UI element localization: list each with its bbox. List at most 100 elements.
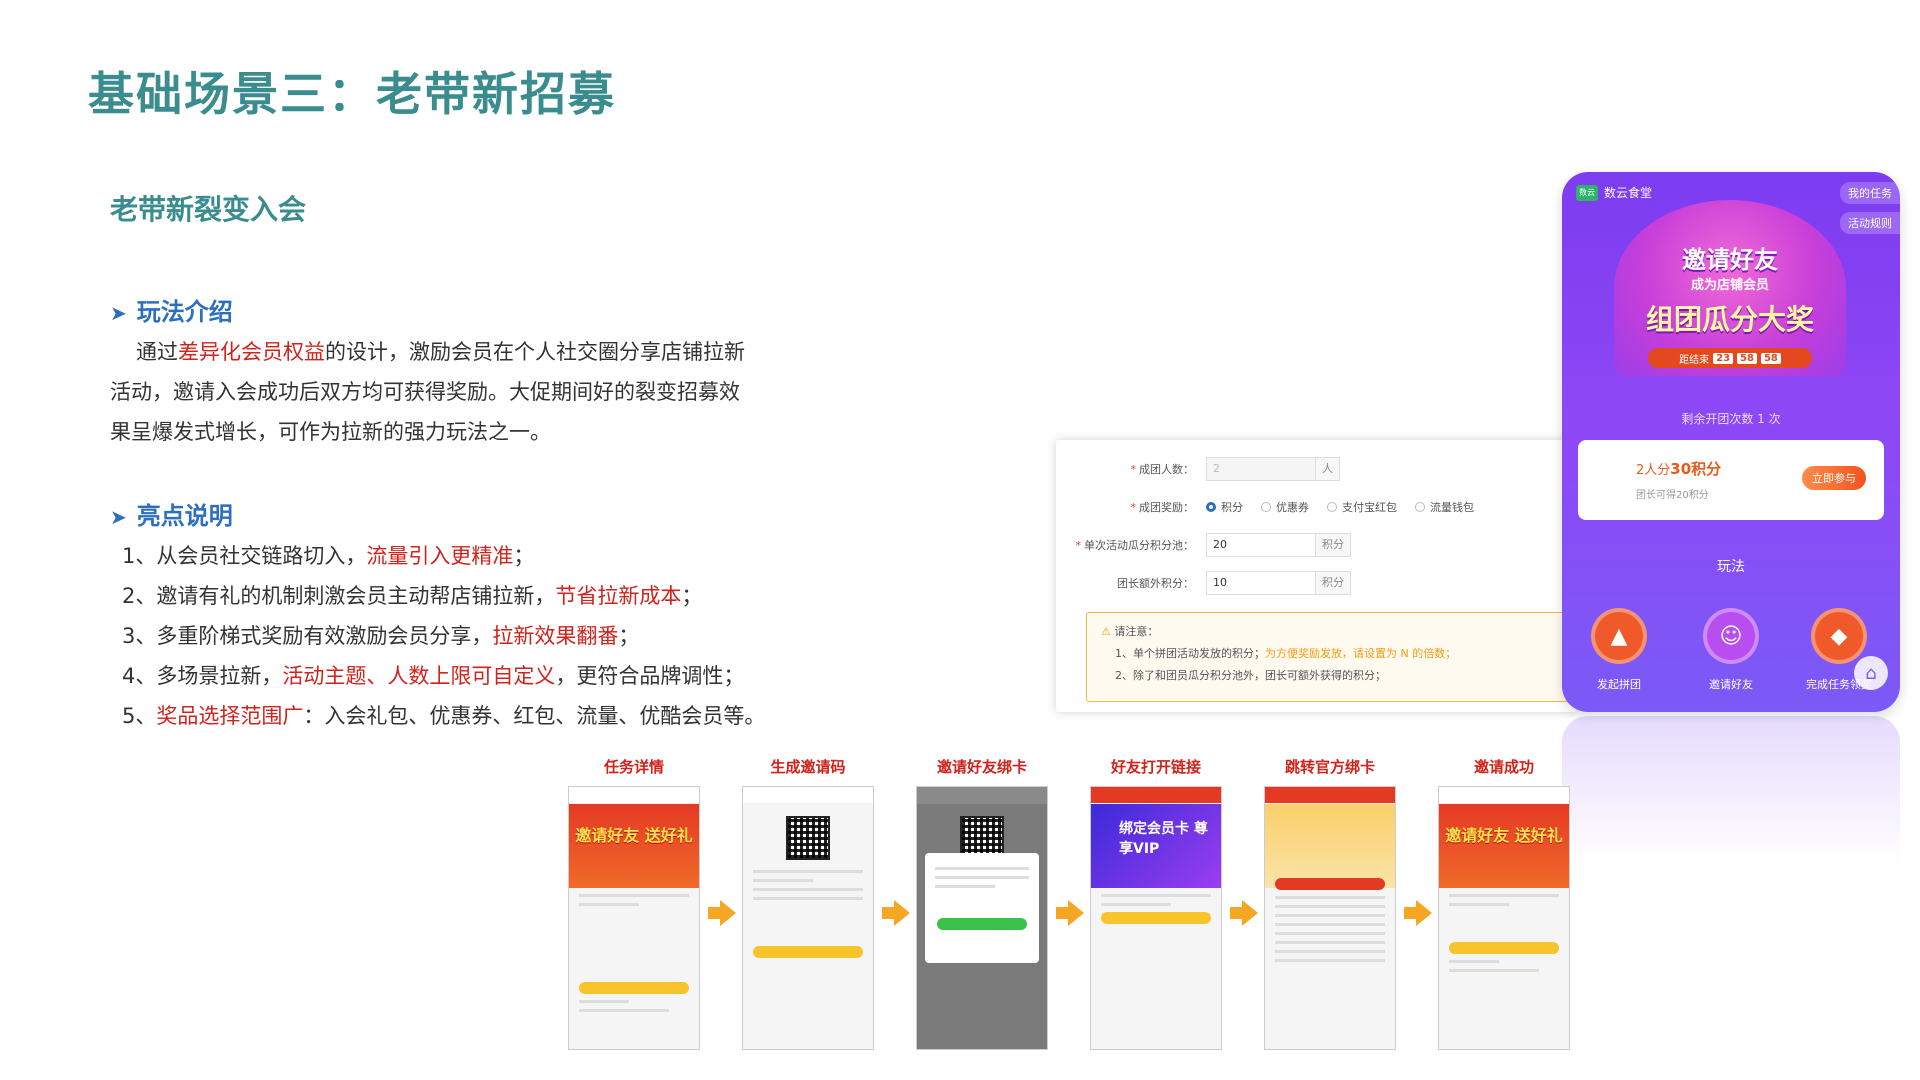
countdown-label: 距结束 [1679,354,1710,366]
highlights-heading-text: 亮点说明 [136,502,233,530]
brand-name: 数云食堂 [1604,186,1653,200]
list-item: 3、多重阶梯式奖励有效激励会员分享，拉新效果翻番； [122,616,822,656]
countdown: 距结束 23 58 58 [1648,348,1812,368]
prize-subtitle: 团长可得20积分 [1636,490,1709,501]
notice-box: ⚠ 请注意： 1、单个拼团活动发放的积分；为方便奖励发放，请设置为 N 的倍数；… [1086,612,1576,702]
item-pre: 4、多场景拉新， [122,664,283,688]
highlights-list: 1、从会员社交链路切入，流量引入更精准； 2、邀请有礼的机制刺激会员主动帮店铺拉… [122,536,822,736]
brand-logo: 数云 [1576,184,1598,201]
qr-code-icon [786,816,830,860]
pool-input[interactable]: 20 [1206,533,1316,557]
warning-icon: ⚠ [1101,625,1111,638]
play-heading: 玩法 [1717,559,1745,575]
reward-radio-data[interactable]: 流量钱包 [1415,499,1474,515]
item-post: ； [618,624,640,648]
step-label-invite-bind: 邀请好友绑卡 [936,758,1027,776]
phone-mockup: 数云 数云食堂 我的任务 活动规则 邀请好友 成为店铺会员 组团瓜分大奖 距结束 … [1562,172,1900,712]
reward-row: * 成团奖励： 积分 优惠券 支付宝红包 流量钱包 [1056,494,1492,520]
reward-radio-points[interactable]: 积分 [1206,499,1243,515]
remaining-count: 剩余开团次数 1 次 [1681,412,1781,426]
item-red: 流量引入更精准 [366,544,514,568]
section-subtitle: 老带新裂变入会 [110,193,307,226]
activity-banner: 邀请好友 成为店铺会员 组团瓜分大奖 距结束 23 58 58 [1614,200,1846,376]
pool-label: * 单次活动瓜分积分池： [1075,539,1195,552]
group-size-unit: 人 [1316,457,1340,481]
group-size-row: * 成团人数： 2 人 [1056,456,1340,482]
phone-reflection [1562,716,1900,866]
admin-config-form: * 成团人数： 2 人 * 成团奖励： 积分 优惠券 支付宝红包 流量钱包 * 单次活… [1056,440,1576,712]
notice-title: 请注意： [1114,625,1159,638]
leader-input[interactable]: 10 [1206,571,1316,595]
reward-radio-coupon[interactable]: 优惠券 [1261,499,1309,515]
list-item: 2、邀请有礼的机制刺激会员主动帮店铺拉新，节省拉新成本； [122,576,822,616]
step-label-task-detail: 任务详情 [603,758,664,776]
item-post: ； [681,584,703,608]
prize-title: 2人分30积分 [1636,460,1722,478]
item-post: ； [513,544,535,568]
home-icon[interactable]: ⌂ [1854,656,1888,690]
action-start-group[interactable]: ▲ 发起拼团 [1574,608,1664,692]
action-label: 邀请好友 [1709,678,1753,691]
flow-arrow-icon [708,900,736,926]
screenshot-success: 邀请好友 送好礼 [1438,786,1570,1050]
join-button[interactable]: 立即参与 [1802,466,1866,490]
step-label-success: 邀请成功 [1473,758,1534,776]
leader-row: 团长额外积分： 10 积分 [1056,570,1351,596]
intro-heading: ➤ 玩法介绍 [110,292,233,327]
screenshot-generate-code [742,786,874,1050]
notice-line-1: 1、单个拼团活动发放的积分； [1115,647,1265,660]
my-task-button[interactable]: 我的任务 [1840,182,1900,204]
flow-arrow-icon [1230,900,1258,926]
banner-line-1: 邀请好友 [1682,246,1778,274]
shot-banner: 邀请好友 送好礼 [569,804,699,888]
countdown-hours: 23 [1713,352,1734,364]
item-post: ：入会礼包、优惠券、红包、流量、优酷会员等。 [303,704,766,728]
shot-banner: 绑定会员卡 尊享VIP [1091,804,1221,888]
pool-row: * 单次活动瓜分积分池： 20 积分 [1056,532,1351,558]
step-label-generate-code: 生成邀请码 [770,758,846,776]
notice-line-2: 2、除了和团员瓜分积分池外，团长可额外获得的积分； [1115,669,1386,682]
countdown-seconds: 58 [1760,352,1781,364]
step-label-open-link: 好友打开链接 [1110,758,1201,776]
action-invite-friend[interactable]: ☺ 邀请好友 [1686,608,1776,692]
leader-label: 团长额外积分： [1117,577,1194,590]
gift-icon: ◆ [1811,608,1867,664]
triangle-bullet-icon: ➤ [110,301,127,325]
list-item: 5、奖品选择范围广：入会礼包、优惠券、红包、流量、优酷会员等。 [122,696,822,736]
flow-arrow-icon [1056,900,1084,926]
list-item: 1、从会员社交链路切入，流量引入更精准； [122,536,822,576]
step-label-official-bind: 跳转官方绑卡 [1284,758,1375,776]
countdown-minutes: 58 [1737,352,1757,364]
brand: 数云 数云食堂 [1576,184,1652,201]
user-add-icon: ☺ [1703,608,1759,664]
screenshot-task-detail: 邀请好友 送好礼 [568,786,700,1050]
item-pre: 3、多重阶梯式奖励有效激励会员分享， [122,624,493,648]
list-item: 4、多场景拉新，活动主题、人数上限可自定义，更符合品牌调性； [122,656,822,696]
intro-text-red: 差异化会员权益 [178,340,325,364]
group-size-label: * 成团人数： [1130,463,1195,476]
item-pre: 5、 [122,704,157,728]
shopping-bag-icon: ▲ [1591,608,1647,664]
item-post: ，更符合品牌调性； [555,664,745,688]
intro-text-pre: 通过 [136,340,178,364]
reward-label: * 成团奖励： [1130,501,1195,514]
rules-button[interactable]: 活动规则 [1840,212,1900,234]
prize-card: 2人分30积分 团长可得20积分 立即参与 [1578,440,1884,520]
shot-banner [1265,804,1395,888]
notice-line-1-orange: 为方便奖励发放，请设置为 N 的倍数； [1265,647,1457,660]
screenshot-invite-bind [916,786,1048,1050]
flow-arrow-icon [1404,900,1432,926]
intro-heading-text: 玩法介绍 [136,298,233,326]
intro-paragraph: 通过差异化会员权益的设计，激励会员在个人社交圈分享店铺拉新活动，邀请入会成功后双… [110,332,750,452]
group-size-input[interactable]: 2 [1206,457,1316,481]
pool-unit: 积分 [1316,533,1351,557]
banner-line-2: 成为店铺会员 [1690,278,1769,293]
action-label: 发起拼团 [1597,678,1641,691]
item-red: 活动主题、人数上限可自定义 [282,664,556,688]
item-red: 奖品选择范围广 [156,704,304,728]
triangle-bullet-icon: ➤ [110,505,127,529]
leader-unit: 积分 [1316,571,1351,595]
screenshot-official-bind [1264,786,1396,1050]
reward-radio-alipay[interactable]: 支付宝红包 [1327,499,1397,515]
banner-line-3: 组团瓜分大奖 [1645,303,1814,336]
